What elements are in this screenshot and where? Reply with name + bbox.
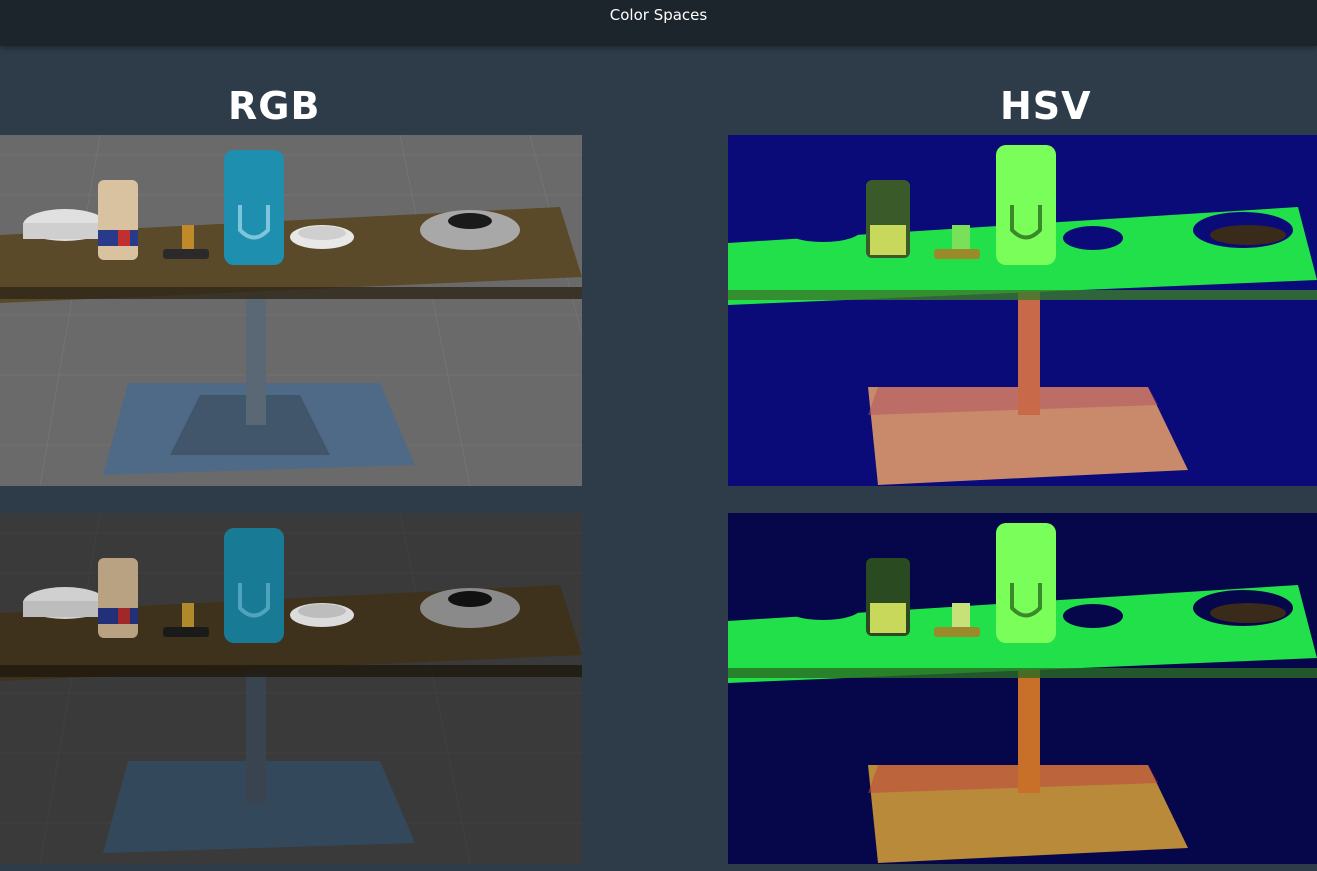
rgb-image-bright bbox=[0, 135, 582, 486]
title-bar: Color Spaces bbox=[0, 0, 1317, 46]
page-title: Color Spaces bbox=[609, 6, 708, 24]
rgb-image-dark bbox=[0, 513, 582, 864]
rgb-heading: RGB bbox=[228, 84, 321, 128]
hsv-image-bright bbox=[728, 135, 1317, 486]
hsv-image-dark bbox=[728, 513, 1317, 864]
hsv-heading: HSV bbox=[1000, 84, 1092, 128]
